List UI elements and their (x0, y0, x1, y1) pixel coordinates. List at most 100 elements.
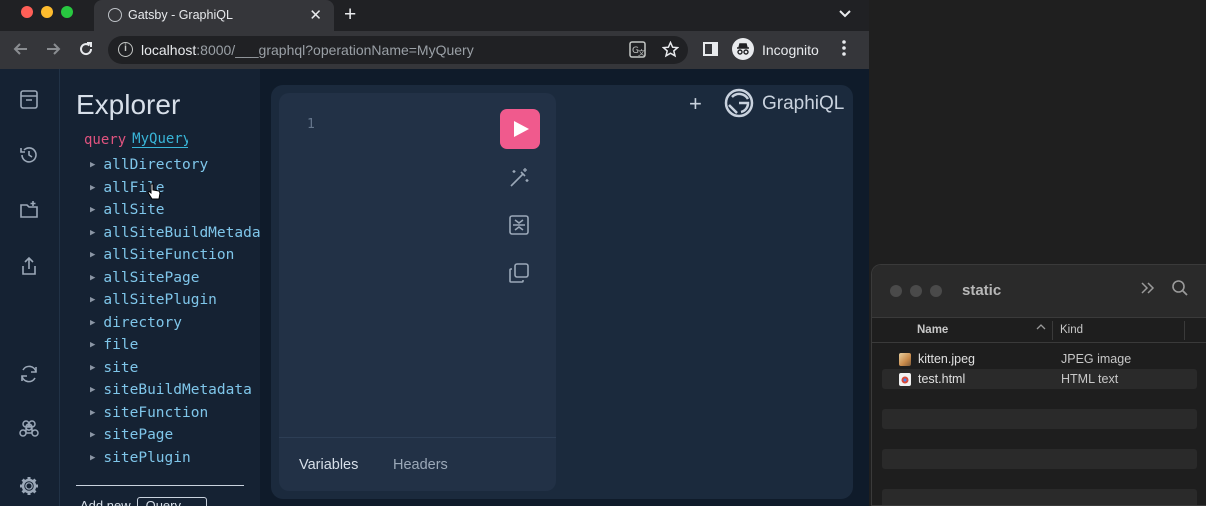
empty-row-stripe (882, 489, 1197, 505)
jpeg-file-icon (899, 353, 911, 366)
query-name-input[interactable]: MyQuery (132, 131, 189, 148)
explorer-field-directory[interactable]: ▶ directory (90, 315, 260, 331)
side-panel-icon[interactable] (703, 42, 718, 56)
docs-icon[interactable] (18, 88, 40, 110)
field-label: sitePlugin (103, 449, 191, 466)
explorer-field-file[interactable]: ▶ file (90, 337, 260, 353)
explorer-divider (76, 485, 244, 486)
kebab-menu-icon (842, 40, 846, 56)
add-tab-button[interactable]: + (689, 91, 702, 117)
close-window-button[interactable] (21, 6, 33, 18)
caret-right-icon: ▶ (90, 452, 96, 463)
desktop: Gatsby - GraphiQL ✕ + i localhost:8000/_… (0, 0, 1206, 506)
translate-icon[interactable]: G文 (629, 41, 646, 62)
tab-headers[interactable]: Headers (393, 457, 448, 473)
svg-text:文: 文 (638, 48, 645, 57)
copy-query-icon[interactable] (507, 261, 531, 285)
add-new-row: Add new Query (80, 497, 207, 506)
bookmark-star-icon[interactable] (661, 40, 680, 62)
field-label: site (103, 359, 139, 376)
caret-right-icon: ▶ (90, 205, 96, 215)
forward-button[interactable] (44, 40, 62, 63)
graphiql-title: GraphiQL (762, 93, 845, 114)
new-tab-button[interactable]: + (344, 3, 356, 27)
prettify-magic-wand-icon[interactable] (507, 166, 531, 190)
tab-graphiql[interactable]: Gatsby - GraphiQL ✕ (94, 0, 334, 31)
caret-right-icon: ▶ (90, 295, 96, 305)
explorer-field-allSite[interactable]: ▶ allSite (90, 202, 260, 218)
caret-right-icon: ▶ (90, 407, 96, 418)
site-info-icon[interactable]: i (118, 42, 133, 57)
query-editor[interactable]: 1 Variables Headers (279, 93, 556, 491)
refetch-schema-icon[interactable] (18, 363, 40, 385)
forward-arrow-icon (47, 43, 61, 55)
column-name-header[interactable]: Name (917, 324, 948, 336)
explorer-field-siteFunction[interactable]: ▶ siteFunction (90, 405, 260, 421)
field-label: file (103, 337, 139, 353)
explorer-field-sitePage[interactable]: ▶ sitePage (90, 427, 260, 443)
finder-zoom-button[interactable] (930, 285, 942, 297)
file-row-test[interactable]: test.html HTML text (882, 369, 1197, 389)
caret-right-icon: ▶ (90, 362, 96, 373)
play-icon (514, 121, 529, 137)
finder-minimize-button[interactable] (910, 285, 922, 297)
field-label: directory (103, 314, 182, 331)
settings-gear-icon[interactable] (18, 475, 40, 497)
reload-button[interactable] (77, 40, 95, 63)
merge-fragments-icon[interactable] (507, 213, 531, 237)
back-arrow-icon (13, 43, 27, 55)
field-label: allSitePlugin (103, 292, 217, 308)
back-button[interactable] (12, 40, 30, 63)
reload-icon (80, 42, 93, 56)
history-icon[interactable] (18, 144, 40, 166)
field-label: allSiteBuildMetadata (103, 224, 260, 241)
explorer-field-siteBuildMetadata[interactable]: ▶ siteBuildMetadata (90, 382, 260, 398)
browser-menu-button[interactable] (841, 39, 847, 62)
field-label: allDirectory (103, 157, 209, 173)
explorer-field-allSiteFunction[interactable]: ▶ allSiteFunction (90, 247, 260, 263)
field-label: siteFunction (103, 404, 209, 421)
html-file-icon (899, 373, 911, 386)
explorer-field-site[interactable]: ▶ site (90, 360, 260, 376)
empty-row-stripe (882, 409, 1197, 429)
file-name: test.html (918, 372, 966, 386)
add-new-operation-select[interactable]: Query (136, 497, 207, 506)
column-kind-header[interactable]: Kind (1060, 324, 1083, 336)
incognito-indicator[interactable]: Incognito (730, 38, 826, 62)
finder-titlebar: static (872, 265, 1206, 317)
execute-query-button[interactable] (500, 109, 540, 149)
caret-right-icon: ▶ (90, 430, 96, 440)
add-new-label: Add new (80, 498, 131, 506)
explorer-field-allSiteBuildMetadata[interactable]: ▶ allSiteBuildMetadata (90, 225, 260, 241)
column-divider[interactable] (1184, 321, 1185, 340)
search-icon[interactable] (1171, 279, 1189, 299)
column-divider[interactable] (1052, 321, 1053, 340)
caret-right-icon: ▶ (90, 272, 96, 283)
share-icon[interactable] (18, 255, 40, 277)
address-bar[interactable]: i localhost:8000/___graphql?operationNam… (108, 36, 688, 64)
incognito-icon (732, 38, 754, 60)
tab-strip: Gatsby - GraphiQL ✕ + (0, 0, 869, 31)
tab-close-button[interactable]: ✕ (309, 6, 322, 24)
field-label: allSitePage (103, 269, 200, 286)
explorer-field-allSitePlugin[interactable]: ▶ allSitePlugin (90, 292, 260, 308)
query-keyword: query (84, 132, 127, 148)
finder-column-header: Name Kind (872, 317, 1206, 343)
tab-title: Gatsby - GraphiQL (128, 8, 233, 22)
finder-close-button[interactable] (890, 285, 902, 297)
explorer-field-allDirectory[interactable]: ▶ allDirectory (90, 157, 260, 173)
zoom-window-button[interactable] (61, 6, 73, 18)
explorer-field-allFile[interactable]: ▶ allFile (90, 180, 260, 196)
tab-search-button[interactable] (838, 6, 852, 22)
explorer-folder-icon[interactable] (18, 199, 40, 221)
finder-window: static Name Kind kitten.jpeg JPEG image (871, 264, 1206, 506)
explorer-field-sitePlugin[interactable]: ▶ sitePlugin (90, 450, 260, 466)
explorer-field-allSitePage[interactable]: ▶ allSitePage (90, 270, 260, 286)
file-name: kitten.jpeg (918, 352, 975, 366)
tab-variables[interactable]: Variables (299, 457, 358, 473)
caret-right-icon: ▶ (90, 385, 96, 395)
minimize-window-button[interactable] (41, 6, 53, 18)
toolbar-overflow-chevron-icon[interactable] (1140, 279, 1156, 300)
file-row-kitten[interactable]: kitten.jpeg JPEG image (882, 349, 1197, 369)
shortcuts-command-icon[interactable] (18, 419, 40, 441)
